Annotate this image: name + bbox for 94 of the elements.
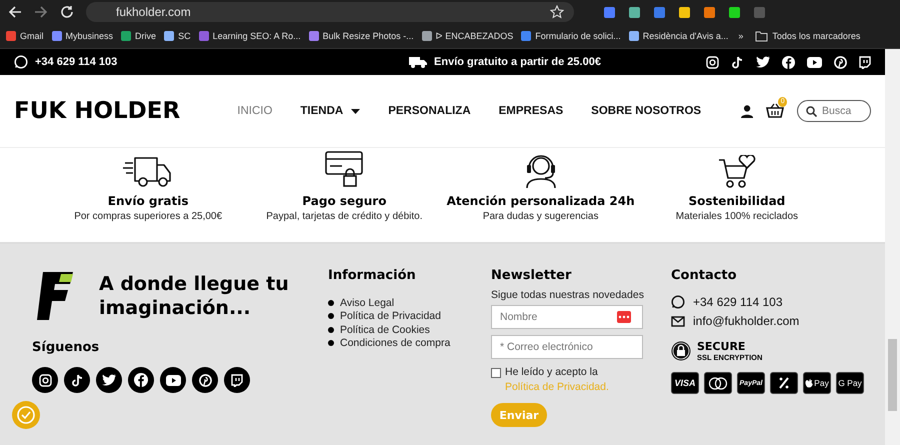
extension-icon[interactable] (604, 6, 615, 18)
feature-subtitle: Por compras superiores a 25,00€ (74, 211, 222, 222)
social-button[interactable] (96, 367, 122, 393)
bookmark-item[interactable]: Residència d'Avis a... (628, 31, 728, 41)
visa-badge: VISA (671, 372, 699, 394)
forward-icon[interactable] (34, 5, 48, 19)
search-icon (806, 106, 817, 117)
nav-link[interactable]: TIENDA (300, 105, 360, 117)
bizum-badge (770, 372, 798, 394)
social-button[interactable] (128, 367, 154, 393)
extension-icon[interactable] (729, 6, 740, 18)
bookmark-item[interactable]: Mybusiness (52, 31, 114, 41)
cart-heart-icon (718, 155, 756, 189)
contact-heading: Contacto (671, 268, 738, 283)
password-manager-icon[interactable] (617, 311, 631, 323)
nav-link[interactable]: INICIO (237, 105, 272, 117)
phone-text: +34 629 114 103 (35, 56, 118, 68)
bookmark-item[interactable]: SC (164, 31, 191, 41)
truck-icon (409, 56, 428, 68)
bookmark-item[interactable]: Gmail (6, 31, 44, 41)
mail-icon (671, 316, 685, 326)
secure-title: SECURE (697, 340, 746, 353)
tagline: A donde llegue tu imaginación... (99, 272, 290, 320)
facebook-icon[interactable] (782, 56, 795, 68)
extension-icon[interactable] (679, 6, 690, 18)
twitter-bird-icon (102, 374, 116, 386)
instagram-icon (38, 374, 52, 386)
feature-subtitle: Paypal, tarjetas de crédito y débito. (266, 211, 422, 222)
twitter-icon[interactable] (756, 56, 770, 68)
info-heading: Información (328, 268, 417, 283)
email-field[interactable]: * Correo electrónico (491, 335, 643, 359)
whatsapp-icon (671, 295, 685, 309)
consent-checkbox[interactable] (491, 368, 501, 378)
newsletter-subtitle: Sigue todas nuestras novedades (491, 289, 645, 301)
site-logo[interactable]: FUK HOLDER (14, 98, 224, 124)
google-pay-badge: G Pay (836, 372, 864, 394)
account-icon[interactable] (741, 104, 754, 118)
feature-title: Sostenibilidad (688, 194, 786, 208)
contact-email: info@fukholder.com (693, 314, 800, 328)
mastercard-badge (704, 372, 732, 394)
footer-link[interactable]: Política de Cookies (340, 324, 430, 336)
youtube-icon (166, 374, 180, 386)
follow-heading: Síguenos (32, 340, 100, 355)
footer-link[interactable]: Aviso Legal (340, 296, 394, 309)
free-shipping-text: Envío gratuito a partir de 25.00€ (434, 56, 601, 68)
social-button[interactable] (224, 367, 250, 393)
all-bookmarks-item[interactable]: Todos los marcadores (755, 30, 860, 42)
truck-icon (123, 155, 174, 189)
feature-subtitle: Para dudas y sugerencias (482, 211, 598, 222)
social-button[interactable] (32, 367, 58, 393)
whatsapp-icon (14, 55, 28, 69)
nav-link[interactable]: SOBRE NOSOTROS (591, 105, 702, 117)
scrollbar[interactable] (885, 49, 900, 445)
pinterest-icon (198, 374, 212, 386)
feature-title: Atención personalizada 24h (446, 194, 635, 208)
tiktok-icon (70, 374, 84, 386)
bookmark-item[interactable]: Drive (121, 31, 156, 41)
twitch-icon[interactable] (859, 56, 871, 68)
more-bookmarks-button[interactable]: » (738, 31, 744, 41)
feature-title: Envío gratis (108, 194, 188, 208)
nav-link[interactable]: EMPRESAS (498, 105, 564, 117)
consent-label: He leído y acepto la Política de Privacidad. (505, 365, 610, 395)
feature-title: Pago seguro (302, 194, 386, 208)
feature-subtitle: Materiales 100% reciclados (676, 211, 798, 222)
search-field[interactable]: Busca (797, 100, 871, 122)
footer-link[interactable]: Condiciones de compra (340, 337, 450, 350)
tiktok-icon[interactable] (731, 56, 744, 68)
youtube-icon[interactable] (807, 56, 822, 68)
address-bar[interactable]: fukholder.com (86, 2, 574, 22)
social-button[interactable] (160, 367, 186, 393)
name-field[interactable]: Nombre (491, 305, 643, 329)
bookmark-item[interactable]: Formulario de solici... (521, 31, 621, 41)
back-icon[interactable] (8, 5, 22, 19)
social-button[interactable] (64, 367, 90, 393)
contact-phone: +34 629 114 103 (693, 295, 783, 309)
cart-icon[interactable] (766, 103, 784, 119)
credit-card-lock-icon (325, 151, 364, 189)
nav-link[interactable]: PERSONALIZA (388, 105, 471, 117)
bookmark-item[interactable]: ᐅ ENCABEZADOS (422, 31, 514, 41)
apple-pay-badge: Pay (803, 372, 831, 394)
facebook-icon (134, 373, 148, 387)
padlock-icon (671, 341, 691, 361)
reload-icon[interactable] (60, 5, 74, 19)
bookmark-item[interactable]: Learning SEO: A Ro... (198, 31, 301, 41)
newsletter-heading: Newsletter (491, 268, 572, 283)
pinterest-icon[interactable] (834, 56, 847, 68)
extension-icon[interactable] (629, 6, 640, 18)
bookmark-item[interactable]: Bulk Resize Photos -... (308, 31, 414, 41)
social-button[interactable] (192, 367, 218, 393)
instagram-icon[interactable] (706, 56, 719, 68)
extension-icon[interactable] (704, 6, 715, 18)
folder-icon (755, 30, 768, 42)
twitch-icon (231, 374, 243, 386)
footer-link[interactable]: Política de Privacidad (340, 310, 441, 322)
